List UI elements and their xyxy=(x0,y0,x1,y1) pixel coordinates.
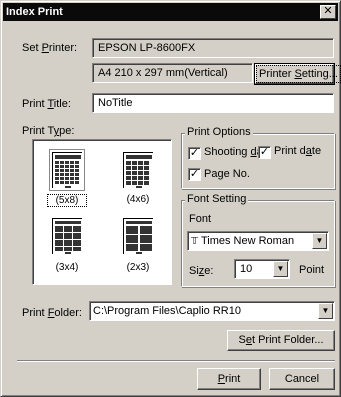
font-setting-title: Font Setting xyxy=(185,193,249,205)
print-date-label: Print date xyxy=(274,145,322,157)
set-print-folder-button[interactable]: Set Print Folder... xyxy=(227,330,335,351)
layout-5x8-label[interactable]: (5x8) xyxy=(47,194,87,207)
set-printer-label: Set Printer: xyxy=(22,42,78,54)
shooting-date-checkbox[interactable]: ✓ xyxy=(188,147,201,160)
printer-name-field: EPSON LP-8600FX xyxy=(92,38,334,58)
index-print-dialog: Index Print ✕ Set Printer: EPSON LP-8600… xyxy=(0,0,341,397)
print-button[interactable]: Print xyxy=(197,368,261,390)
layout-3x4-thumbnail[interactable] xyxy=(52,218,83,255)
print-folder-label: Print Folder: xyxy=(22,307,82,319)
print-type-panel: (5x8) (4x6) (3x4) (2x3) xyxy=(32,139,172,285)
shooting-date-label: Shooting da xyxy=(204,146,263,158)
font-select[interactable]: 𝕋 Times New Roman ▼ xyxy=(187,231,329,251)
close-icon[interactable]: ✕ xyxy=(320,5,336,19)
separator xyxy=(17,360,335,362)
layout-4x6-label[interactable]: (4x6) xyxy=(118,194,158,205)
size-label: Size: xyxy=(189,265,214,277)
layout-2x3-label[interactable]: (2x3) xyxy=(118,262,158,273)
title-bar: Index Print ✕ xyxy=(3,3,338,21)
window-title: Index Print xyxy=(6,6,63,18)
layout-5x8-thumbnail[interactable] xyxy=(49,149,85,191)
layout-4x6-thumbnail[interactable] xyxy=(123,152,154,189)
print-type-label: Print Type: xyxy=(22,125,75,137)
size-unit-label: Point xyxy=(299,264,325,276)
print-options-title: Print Options xyxy=(185,126,253,138)
printer-setting-button[interactable]: Printer Setting... xyxy=(254,63,341,85)
print-date-checkbox[interactable]: ✓ xyxy=(258,146,271,159)
page-no-checkbox[interactable]: ✓ xyxy=(188,168,201,181)
layout-3x4-label[interactable]: (3x4) xyxy=(47,262,87,273)
paper-size-field: A4 210 x 297 mm(Vertical) xyxy=(92,63,253,83)
print-folder-select[interactable]: C:\Program Files\Caplio RR10 ▼ xyxy=(89,301,335,321)
layout-2x3-thumbnail[interactable] xyxy=(123,218,154,255)
font-size-select[interactable]: 10 ▼ xyxy=(234,259,290,279)
print-options-group xyxy=(181,133,335,189)
chevron-down-icon[interactable]: ▼ xyxy=(318,303,333,319)
font-label: Font xyxy=(189,213,212,225)
cancel-button[interactable]: Cancel xyxy=(269,368,335,390)
print-title-input[interactable]: NoTitle xyxy=(92,93,334,113)
print-title-label: Print Title: xyxy=(22,98,71,110)
page-no-label: Page No. xyxy=(204,168,250,180)
chevron-down-icon[interactable]: ▼ xyxy=(312,233,327,249)
chevron-down-icon[interactable]: ▼ xyxy=(273,261,288,277)
truetype-font-icon: 𝕋 xyxy=(191,236,199,247)
